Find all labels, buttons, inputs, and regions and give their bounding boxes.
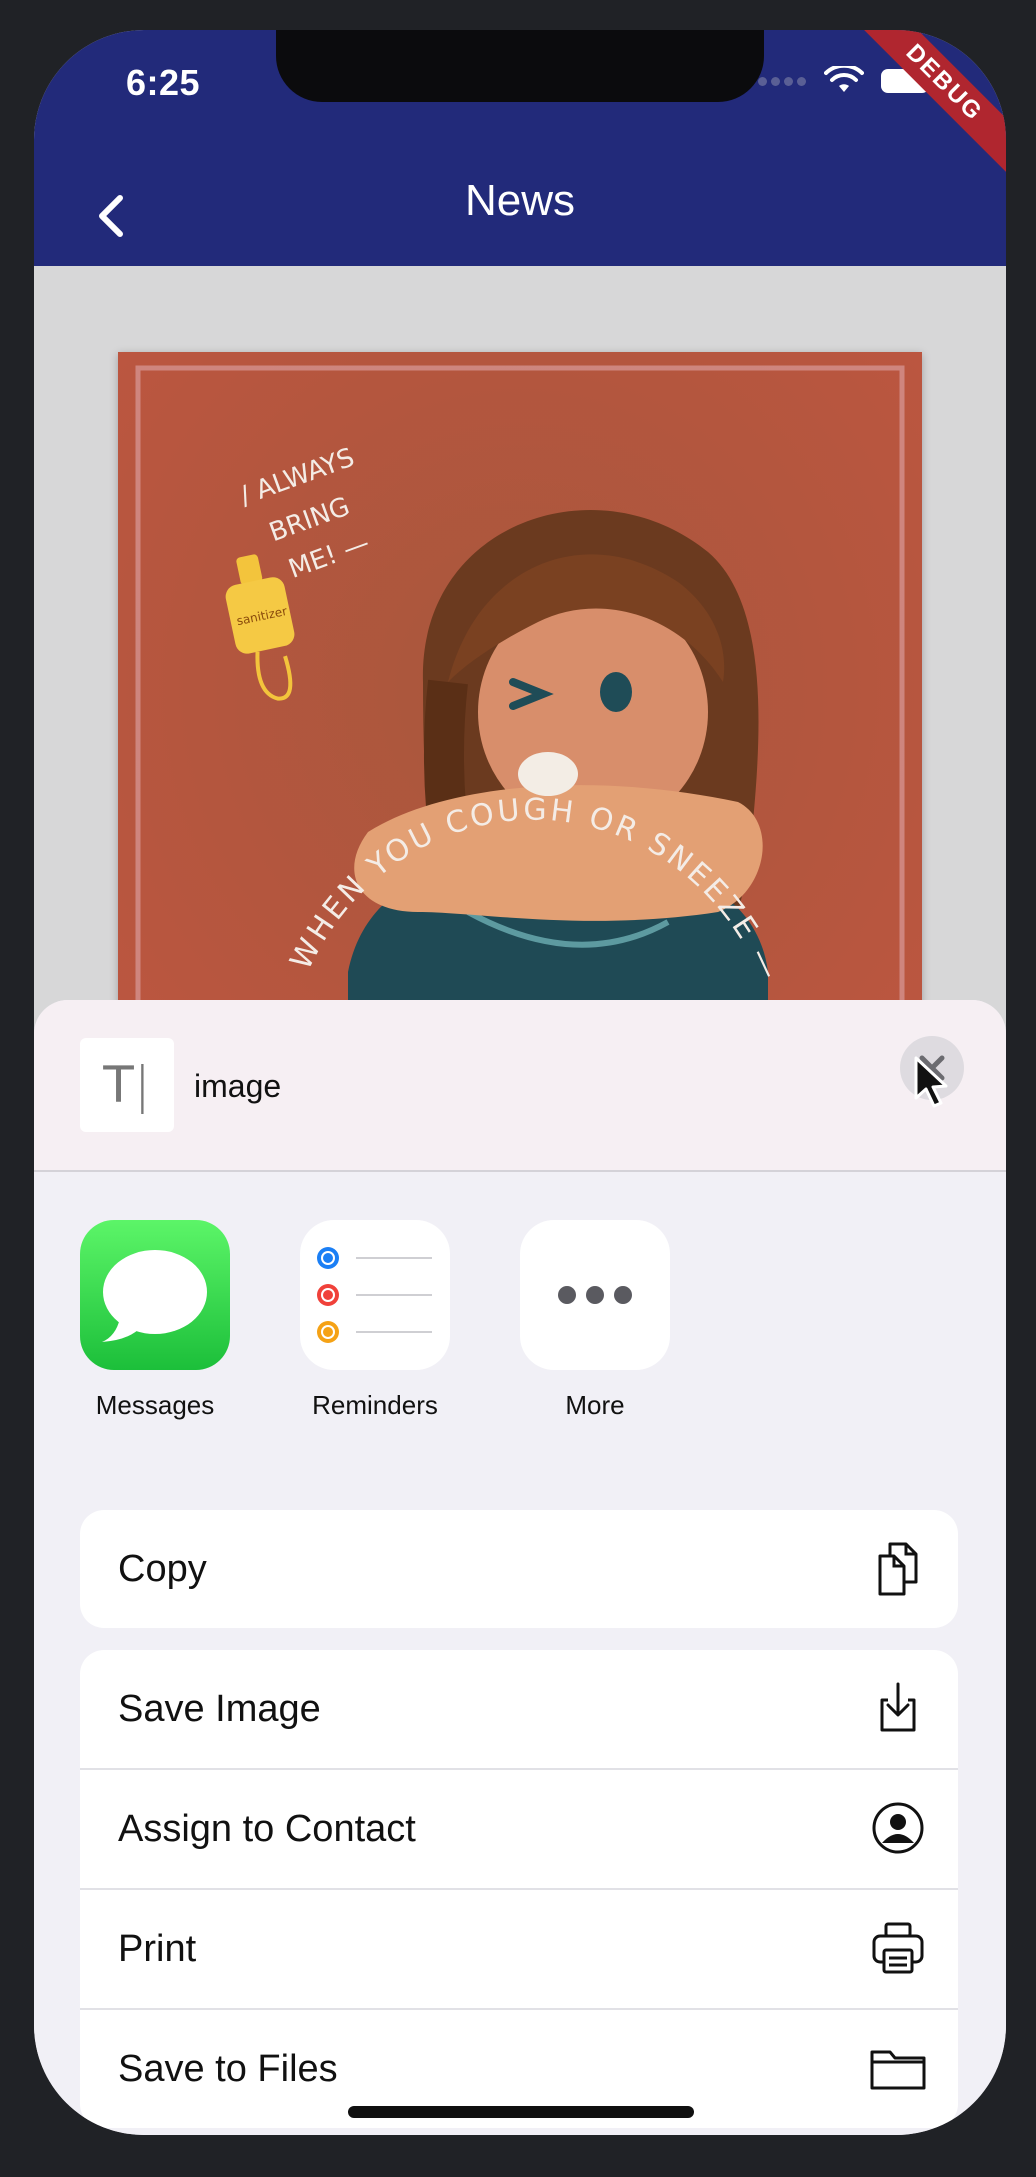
share-app-label: Reminders bbox=[312, 1390, 438, 1420]
text-thumbnail: T| bbox=[80, 1038, 174, 1132]
contact-icon bbox=[872, 1802, 924, 1854]
share-app-label: Messages bbox=[95, 1390, 215, 1420]
app-bar: 6:25 DEBUG News bbox=[34, 30, 1006, 266]
mouse-pointer-icon bbox=[914, 1056, 948, 1108]
action-save-image[interactable]: Save Image bbox=[80, 1650, 958, 1770]
cellular-signal-icon bbox=[758, 76, 808, 86]
more-dots-icon bbox=[520, 1220, 670, 1370]
share-sheet: T| image Messages Reminders More Copy Sa… bbox=[34, 1000, 1006, 2135]
action-assign-to-contact[interactable]: Assign to Contact bbox=[80, 1770, 958, 1890]
share-item-name: image bbox=[194, 1068, 282, 1104]
action-copy[interactable]: Copy bbox=[80, 1510, 958, 1628]
action-label: Save Image bbox=[118, 1688, 321, 1730]
page-title: News bbox=[464, 176, 576, 225]
share-actions-group-copy: Copy bbox=[80, 1510, 958, 1628]
share-actions-group: Save Image Assign to Contact Print Save … bbox=[80, 1650, 958, 2128]
reminders-icon bbox=[300, 1220, 450, 1370]
action-label: Print bbox=[118, 1928, 197, 1970]
wifi-icon bbox=[824, 66, 864, 92]
share-app-messages[interactable]: Messages bbox=[80, 1220, 230, 1421]
home-indicator[interactable] bbox=[348, 2106, 694, 2118]
save-image-icon bbox=[880, 1682, 916, 1732]
share-app-reminders[interactable]: Reminders bbox=[300, 1220, 450, 1421]
share-apps-row: Messages Reminders More bbox=[80, 1220, 670, 1421]
share-app-label: More bbox=[565, 1390, 625, 1420]
share-sheet-header: T| image bbox=[34, 1000, 1006, 1172]
messages-icon bbox=[80, 1220, 230, 1370]
share-app-more[interactable]: More bbox=[520, 1220, 670, 1421]
copy-icon bbox=[878, 1542, 918, 1596]
action-label: Save to Files bbox=[118, 2048, 338, 2090]
device-notch bbox=[276, 30, 764, 102]
printer-icon bbox=[872, 1922, 924, 1974]
folder-icon bbox=[870, 2050, 926, 2090]
action-label: Assign to Contact bbox=[118, 1808, 416, 1850]
debug-banner: DEBUG bbox=[845, 30, 1006, 182]
status-time: 6:25 bbox=[126, 62, 201, 103]
text-cursor-icon: T| bbox=[103, 1056, 151, 1114]
action-print[interactable]: Print bbox=[80, 1890, 958, 2010]
phone-screen: 6:25 DEBUG News sanitizer / ALWAYS BRING… bbox=[34, 30, 1006, 2135]
action-label: Copy bbox=[118, 1548, 207, 1590]
